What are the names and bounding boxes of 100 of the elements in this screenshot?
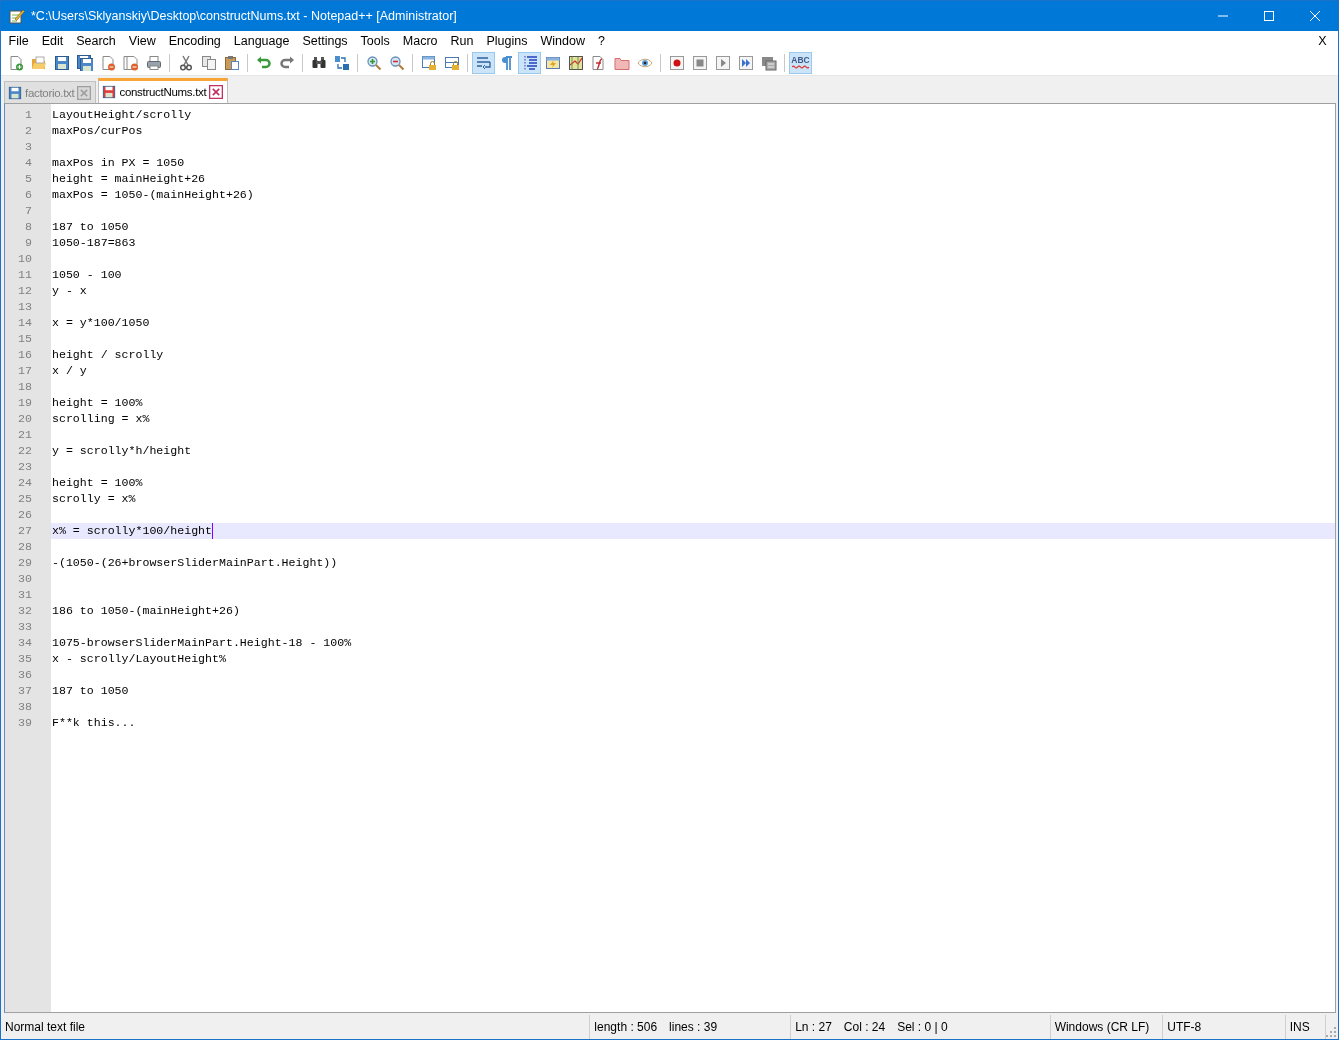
menu-item[interactable]: File xyxy=(2,31,36,50)
spellcheck-button[interactable]: ABC xyxy=(789,51,812,74)
close-file-icon xyxy=(99,54,116,71)
status-text: Sel : 0 | 0 xyxy=(897,1020,948,1034)
squiggle-icon xyxy=(792,65,809,70)
line-number: 29 xyxy=(17,555,33,571)
indent-guide-button[interactable] xyxy=(518,51,541,74)
line-number: 25 xyxy=(17,491,33,507)
menu-item[interactable]: View xyxy=(122,31,163,50)
zoom-in-icon xyxy=(365,54,382,71)
close-all-icon xyxy=(122,54,139,71)
line-number: 19 xyxy=(17,395,33,411)
word-wrap-button[interactable] xyxy=(472,51,495,74)
menu-item[interactable]: Edit xyxy=(35,31,70,50)
paste-icon xyxy=(223,54,240,71)
line-number: 30 xyxy=(17,571,33,587)
line-number: 5 xyxy=(24,171,33,187)
menu-item[interactable]: Encoding xyxy=(162,31,228,50)
status-text: UTF-8 xyxy=(1167,1020,1202,1034)
line-number: 28 xyxy=(17,539,33,555)
code-line: x% = scrolly*100/height xyxy=(52,523,213,539)
undo-icon xyxy=(255,54,272,71)
code-line: maxPos in PX = 1050 xyxy=(52,155,185,171)
line-number: 23 xyxy=(17,459,33,475)
window-title: *C:\Users\Sklyanskiy\Desktop\constructNums.txt - Notepad++ [Administrator] xyxy=(31,9,458,23)
line-number: 36 xyxy=(17,667,33,683)
line-number: 17 xyxy=(17,363,33,379)
line-number: 7 xyxy=(24,203,33,219)
code-line: x - scrolly/LayoutHeight% xyxy=(52,651,226,667)
line-number: 38 xyxy=(17,699,33,715)
close-document-button[interactable]: X xyxy=(1311,31,1333,50)
function-page-icon xyxy=(590,54,607,71)
code-line: 187 to 1050 xyxy=(52,219,129,235)
line-number: 11 xyxy=(17,267,33,283)
notepad-pencil-icon xyxy=(9,8,25,24)
indent-guide-icon xyxy=(521,54,538,71)
code-line: height = 100% xyxy=(52,395,143,411)
line-number: 8 xyxy=(24,219,33,235)
menu-item[interactable]: ? xyxy=(591,31,612,50)
text-caret xyxy=(212,523,214,539)
line-number: 18 xyxy=(17,379,33,395)
code-line: 187 to 1050 xyxy=(52,683,129,699)
line-number: 32 xyxy=(17,603,33,619)
status-text: lines : 39 xyxy=(669,1020,718,1034)
line-number: 3 xyxy=(24,139,33,155)
fast-forward-icon xyxy=(737,54,754,71)
line-number: 4 xyxy=(24,155,33,171)
line-number: 34 xyxy=(17,635,33,651)
status-text: Normal text file xyxy=(5,1020,86,1034)
code-line: height / scrolly xyxy=(52,347,164,363)
menu-item[interactable]: Settings xyxy=(295,31,355,50)
line-number: 22 xyxy=(17,443,33,459)
menu-item[interactable]: Language xyxy=(227,31,296,50)
line-number: 37 xyxy=(17,683,33,699)
window-lock-icon xyxy=(420,54,437,71)
open-folder-icon xyxy=(30,54,47,71)
code-line: 1050-187=863 xyxy=(52,235,136,251)
menu-item[interactable]: Plugins xyxy=(479,31,534,50)
document-tab[interactable]: constructNums.txt xyxy=(98,78,229,103)
code-line: height = mainHeight+26 xyxy=(52,171,206,187)
resize-grip-icon[interactable] xyxy=(1326,1027,1336,1037)
code-line: x = y*100/1050 xyxy=(52,315,150,331)
line-number: 31 xyxy=(17,587,33,603)
code-line: y = scrolly*h/height xyxy=(52,443,192,459)
code-line: x / y xyxy=(52,363,87,379)
window-lock-icon xyxy=(443,54,460,71)
status-text: Col : 24 xyxy=(843,1020,886,1034)
code-line: F**k this... xyxy=(52,715,136,731)
play-icon xyxy=(714,54,731,71)
line-number: 24 xyxy=(17,475,33,491)
line-number: 21 xyxy=(17,427,33,443)
zoom-out-icon xyxy=(388,54,405,71)
line-number: 6 xyxy=(24,187,33,203)
line-number: 27 xyxy=(17,523,33,539)
line-number: 35 xyxy=(17,651,33,667)
code-line: scrolly = x% xyxy=(52,491,136,507)
redo-icon xyxy=(278,54,295,71)
line-number: 10 xyxy=(17,251,33,267)
line-number: 26 xyxy=(17,507,33,523)
line-number: 20 xyxy=(17,411,33,427)
word-wrap-icon xyxy=(475,54,492,71)
code-line: y - x xyxy=(52,283,87,299)
line-number: 14 xyxy=(17,315,33,331)
menu-item[interactable]: Search xyxy=(69,31,123,50)
binoculars-icon xyxy=(310,54,327,71)
menu-item[interactable]: Window xyxy=(533,31,592,50)
status-text: length : 506 xyxy=(594,1020,658,1034)
code-line: maxPos = 1050-(mainHeight+26) xyxy=(52,187,254,203)
menu-item[interactable]: Run xyxy=(444,31,480,50)
stop-icon xyxy=(691,54,708,71)
copy-icon xyxy=(200,54,217,71)
line-number: 1 xyxy=(24,107,33,123)
close-icon[interactable] xyxy=(209,85,224,99)
code-line: maxPos/curPos xyxy=(52,123,143,139)
menu-item[interactable]: Tools xyxy=(354,31,397,50)
record-icon xyxy=(668,54,685,71)
map-icon xyxy=(567,54,584,71)
windows-stack-icon xyxy=(760,54,777,71)
status-text: Ln : 27 xyxy=(795,1020,832,1034)
menu-item[interactable]: Macro xyxy=(396,31,445,50)
